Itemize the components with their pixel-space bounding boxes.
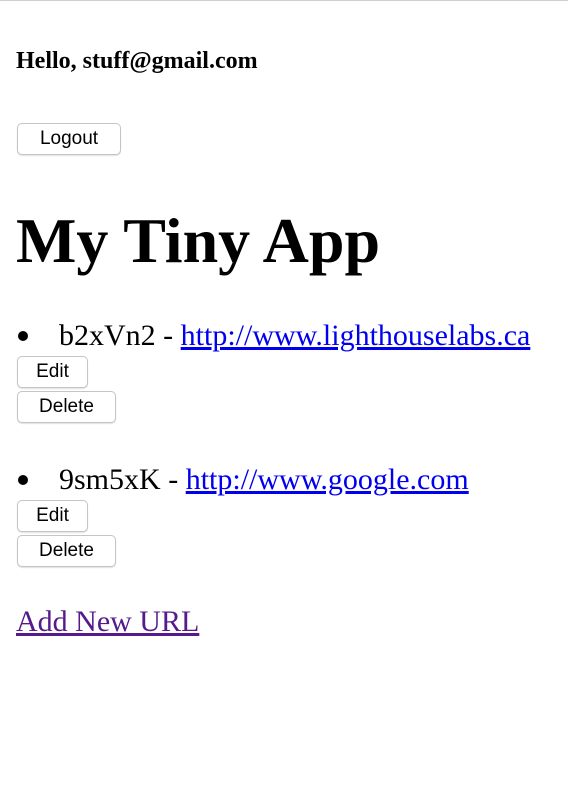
url-separator: - — [155, 319, 181, 352]
bullet-icon — [18, 331, 28, 341]
url-separator: - — [160, 463, 186, 496]
url-entry: 9sm5xK - http://www.google.com — [16, 462, 469, 498]
user-greeting: Hello, stuff@gmail.com — [16, 48, 258, 74]
logout-button[interactable]: Logout — [17, 123, 121, 155]
long-url-link[interactable]: http://www.google.com — [186, 462, 469, 498]
delete-button[interactable]: Delete — [17, 535, 116, 567]
list-item: 9sm5xK - http://www.google.com Edit Dele… — [16, 462, 469, 567]
long-url-link[interactable]: http://www.lighthouselabs.ca — [181, 318, 531, 354]
add-new-url-link[interactable]: Add New URL — [16, 604, 199, 640]
delete-button[interactable]: Delete — [17, 391, 116, 423]
page-title: My Tiny App — [16, 205, 381, 276]
list-item: b2xVn2 - http://www.lighthouselabs.ca Ed… — [16, 318, 530, 423]
bullet-icon — [18, 475, 28, 485]
short-url-code: b2xVn2 — [59, 319, 156, 352]
short-url-code: 9sm5xK — [59, 463, 161, 496]
edit-button[interactable]: Edit — [17, 356, 88, 388]
edit-button[interactable]: Edit — [17, 500, 88, 532]
url-entry: b2xVn2 - http://www.lighthouselabs.ca — [16, 318, 530, 354]
